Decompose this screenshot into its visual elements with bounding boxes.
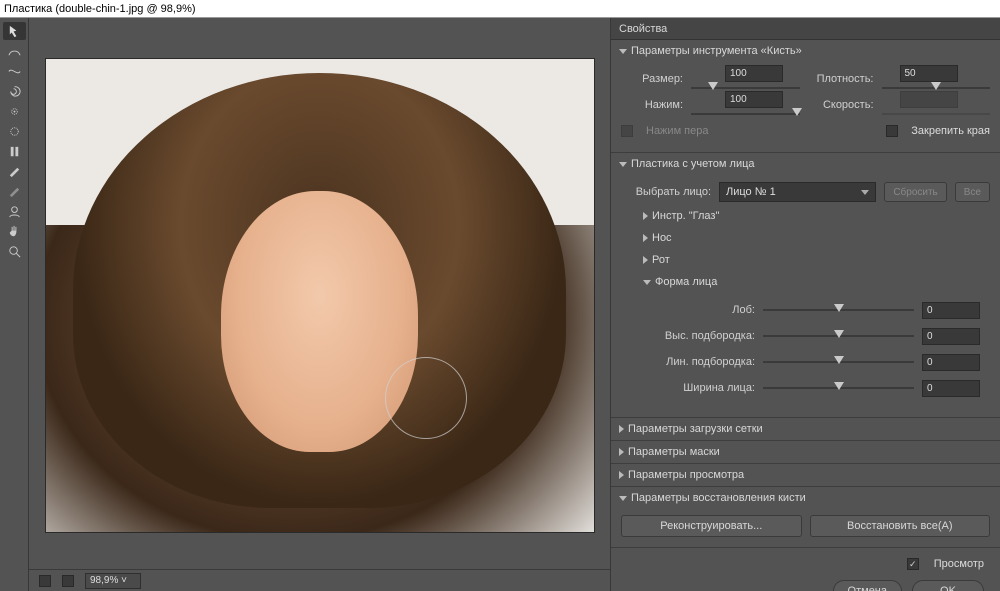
grid-checkbox[interactable] <box>62 575 74 587</box>
brush-cursor <box>385 357 467 439</box>
hand-tool[interactable] <box>3 222 26 240</box>
fit-checkbox[interactable] <box>39 575 51 587</box>
brush-density-input[interactable]: 50 <box>900 65 958 82</box>
section-mesh-toggle[interactable]: Параметры загрузки сетки <box>611 418 1000 440</box>
section-brush-label: Параметры инструмента «Кисть» <box>631 45 802 57</box>
brush-pressure-slider[interactable] <box>691 108 800 120</box>
zoom-level[interactable]: 98,9% ˅ <box>85 573 141 589</box>
section-face-label: Пластика с учетом лица <box>631 158 755 170</box>
section-view-toggle[interactable]: Параметры просмотра <box>611 464 1000 486</box>
forehead-label: Лоб: <box>645 304 755 316</box>
face-mouth-toggle[interactable]: Рот <box>635 249 990 271</box>
pen-pressure-checkbox <box>621 125 633 137</box>
toolbar <box>0 18 29 591</box>
restore-all-button[interactable]: Восстановить все(A) <box>810 515 991 537</box>
face-width-label: Ширина лица: <box>645 382 755 394</box>
brush-density-label: Плотность: <box>812 73 874 85</box>
bloat-tool[interactable] <box>3 122 26 140</box>
smooth-tool[interactable] <box>3 62 26 80</box>
pucker-tool[interactable] <box>3 102 26 120</box>
preview-label: Просмотр <box>934 558 984 570</box>
jawline-label: Лин. подбородка: <box>645 356 755 368</box>
face-tool[interactable] <box>3 202 26 220</box>
ok-button[interactable]: OK <box>912 580 984 591</box>
chin-height-slider[interactable] <box>763 330 914 342</box>
canvas-viewport[interactable] <box>29 18 610 569</box>
face-nose-toggle[interactable]: Нос <box>635 227 990 249</box>
face-all-button[interactable]: Все <box>955 182 990 202</box>
jawline-slider[interactable] <box>763 356 914 368</box>
reconstruct-tool[interactable] <box>3 42 26 60</box>
section-mask-toggle[interactable]: Параметры маски <box>611 441 1000 463</box>
workarea: 98,9% ˅ Свойства Параметры инструмента «… <box>0 18 1000 591</box>
freeze-mask-tool[interactable] <box>3 162 26 180</box>
brush-size-input[interactable]: 100 <box>725 65 783 82</box>
chin-height-input[interactable]: 0 <box>922 328 980 345</box>
chin-height-label: Выс. подбородка: <box>645 330 755 342</box>
window-title: Пластика (double-chin-1.jpg @ 98,9%) <box>0 0 1000 18</box>
twirl-tool[interactable] <box>3 82 26 100</box>
face-width-input[interactable]: 0 <box>922 380 980 397</box>
forward-warp-tool[interactable] <box>3 22 26 40</box>
section-restore-toggle[interactable]: Параметры восстановления кисти <box>611 487 1000 509</box>
section-face-toggle[interactable]: Пластика с учетом лица <box>611 153 1000 175</box>
properties-panel: Свойства Параметры инструмента «Кисть» Р… <box>610 18 1000 591</box>
brush-rate-label: Скорость: <box>812 99 874 111</box>
pen-pressure-label: Нажим пера <box>646 125 709 137</box>
face-width-slider[interactable] <box>763 382 914 394</box>
jawline-input[interactable]: 0 <box>922 354 980 371</box>
section-brush-toggle[interactable]: Параметры инструмента «Кисть» <box>611 40 1000 62</box>
face-select-label: Выбрать лицо: <box>621 186 711 198</box>
zoom-tool[interactable] <box>3 242 26 260</box>
reconstruct-button[interactable]: Реконструировать... <box>621 515 802 537</box>
pin-edges-checkbox[interactable] <box>886 125 898 137</box>
brush-size-slider[interactable] <box>691 82 800 94</box>
statusbar: 98,9% ˅ <box>29 569 610 591</box>
brush-rate-input <box>900 91 958 108</box>
face-reset-button[interactable]: Сбросить <box>884 182 946 202</box>
forehead-input[interactable]: 0 <box>922 302 980 319</box>
image-preview <box>45 58 595 533</box>
brush-size-label: Размер: <box>621 73 683 85</box>
preview-checkbox[interactable] <box>907 558 919 570</box>
cancel-button[interactable]: Отмена <box>833 580 902 591</box>
face-shape-toggle[interactable]: Форма лица <box>635 271 990 293</box>
face-eyes-toggle[interactable]: Инстр. "Глаз" <box>635 205 990 227</box>
panel-header: Свойства <box>611 18 1000 40</box>
push-left-tool[interactable] <box>3 142 26 160</box>
face-select[interactable]: Лицо № 1 <box>719 182 876 202</box>
brush-rate-slider <box>882 108 991 120</box>
canvas-area: 98,9% ˅ <box>29 18 610 591</box>
thaw-mask-tool[interactable] <box>3 182 26 200</box>
forehead-slider[interactable] <box>763 304 914 316</box>
pin-edges-label: Закрепить края <box>911 125 990 137</box>
brush-pressure-label: Нажим: <box>621 99 683 111</box>
